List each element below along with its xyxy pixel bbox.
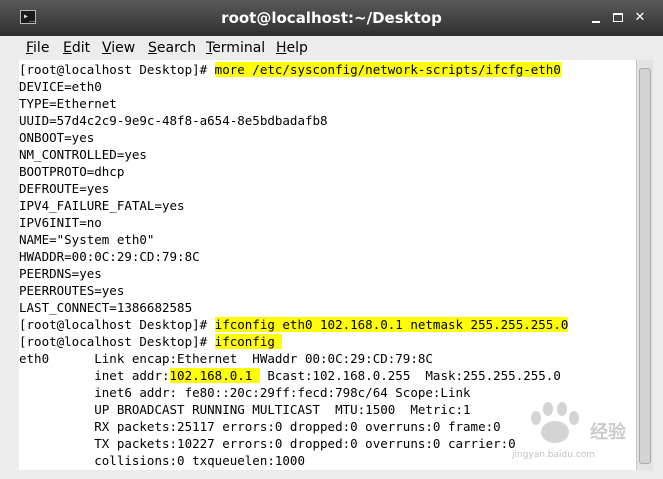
menu-search-mnemonic: S bbox=[148, 40, 157, 56]
menu-search[interactable]: Search bbox=[148, 39, 196, 57]
output-text: collisions:0 txqueuelen:1000 bbox=[19, 453, 305, 468]
output-text: PEERDNS=yes bbox=[19, 266, 102, 281]
output-text: ONBOOT=yes bbox=[19, 130, 95, 145]
shell-prompt: [root@localhost Desktop]# bbox=[19, 62, 215, 77]
shell-prompt: [root@localhost Desktop]# bbox=[19, 317, 215, 332]
menu-bar: File Edit View Search Terminal Help bbox=[0, 36, 663, 60]
output-text: IPV4_FAILURE_FATAL=yes bbox=[19, 198, 185, 213]
watermark-text: 经验 bbox=[590, 422, 626, 443]
output-text: IPV6INIT=no bbox=[19, 215, 102, 230]
menu-help-label: elp bbox=[286, 40, 308, 56]
title-bar[interactable]: ▸_ root@localhost:~/Desktop ✕ bbox=[0, 0, 663, 37]
highlighted-ip-address: 102.168.0.1 bbox=[169, 368, 260, 383]
output-text: TX packets:10227 errors:0 dropped:0 over… bbox=[19, 436, 516, 451]
output-text: Bcast:102.168.0.255 Mask:255.255.255.0 bbox=[259, 368, 561, 383]
terminal-line: eth0 Link encap:Ethernet HWaddr 00:0C:29… bbox=[19, 350, 433, 367]
output-text: LAST_CONNECT=1386682585 bbox=[19, 300, 193, 315]
output-text: inet addr: bbox=[19, 368, 170, 383]
terminal-line: DEVICE=eth0 bbox=[19, 78, 102, 95]
terminal-line: UP BROADCAST RUNNING MULTICAST MTU:1500 … bbox=[19, 401, 471, 418]
menu-view-label: iew bbox=[111, 40, 136, 56]
output-text: RX packets:25117 errors:0 dropped:0 over… bbox=[19, 419, 501, 434]
terminal-line: collisions:0 txqueuelen:1000 bbox=[19, 452, 305, 469]
menu-help-mnemonic: H bbox=[276, 40, 287, 56]
output-text: DEFROUTE=yes bbox=[19, 181, 110, 196]
output-text: PEERROUTES=yes bbox=[19, 283, 125, 298]
terminal-line: NAME="System eth0" bbox=[19, 231, 154, 248]
terminal-line: TX packets:10227 errors:0 dropped:0 over… bbox=[19, 435, 516, 452]
output-text: NM_CONTROLLED=yes bbox=[19, 147, 147, 162]
highlighted-command: ifconfig eth0 102.168.0.1 netmask 255.25… bbox=[214, 317, 569, 332]
terminal-line: NM_CONTROLLED=yes bbox=[19, 146, 147, 163]
menu-file-mnemonic: F bbox=[26, 40, 34, 56]
terminal-line: TYPE=Ethernet bbox=[19, 95, 117, 112]
terminal-line: inet addr:102.168.0.1 Bcast:102.168.0.25… bbox=[19, 367, 561, 384]
terminal-line: [root@localhost Desktop]# more /etc/sysc… bbox=[19, 61, 561, 78]
shell-prompt: [root@localhost Desktop]# bbox=[19, 334, 215, 349]
menu-edit-mnemonic: E bbox=[63, 40, 72, 56]
terminal-line: [root@localhost Desktop]# ifconfig bbox=[19, 333, 283, 350]
terminal-window: ▸_ root@localhost:~/Desktop ✕ File Edit … bbox=[0, 0, 663, 479]
output-text: BOOTPROTO=dhcp bbox=[19, 164, 125, 179]
watermark: 经验 jingyan.baidu.com bbox=[512, 400, 652, 464]
menu-edit-label: dit bbox=[71, 40, 91, 56]
terminal-line: HWADDR=00:0C:29:CD:79:8C bbox=[19, 248, 200, 265]
terminal-line: IPV6INIT=no bbox=[19, 214, 102, 231]
output-text: inet6 addr: fe80::20c:29ff:fecd:798c/64 … bbox=[19, 385, 471, 400]
terminal-line: LAST_CONNECT=1386682585 bbox=[19, 299, 192, 316]
menu-view[interactable]: View bbox=[102, 39, 135, 57]
output-text: eth0 Link encap:Ethernet HWaddr 00:0C:29… bbox=[19, 351, 433, 366]
terminal-line: BOOTPROTO=dhcp bbox=[19, 163, 124, 180]
menu-edit[interactable]: Edit bbox=[63, 39, 90, 57]
maximize-button[interactable] bbox=[610, 10, 626, 26]
window-title: root@localhost:~/Desktop bbox=[221, 9, 442, 27]
terminal-line: [root@localhost Desktop]# ifconfig eth0 … bbox=[19, 316, 569, 333]
terminal-line: PEERROUTES=yes bbox=[19, 282, 124, 299]
output-text: TYPE=Ethernet bbox=[19, 96, 117, 111]
menu-terminal[interactable]: Terminal bbox=[206, 39, 265, 57]
menu-terminal-label: erminal bbox=[212, 40, 266, 56]
terminal-line: DEFROUTE=yes bbox=[19, 180, 109, 197]
terminal-line: ONBOOT=yes bbox=[19, 129, 94, 146]
highlighted-command: ifconfig bbox=[214, 334, 283, 349]
terminal-line: IPV4_FAILURE_FATAL=yes bbox=[19, 197, 185, 214]
menu-search-label: earch bbox=[156, 40, 197, 56]
paw-icon bbox=[531, 402, 579, 443]
terminal-line: UUID=57d4c2c9-9e9c-48f8-a654-8e5bdbadafb… bbox=[19, 112, 328, 129]
output-text: DEVICE=eth0 bbox=[19, 79, 102, 94]
watermark-url: jingyan.baidu.com bbox=[512, 450, 596, 460]
menu-file-label: ile bbox=[33, 40, 50, 56]
terminal-line: PEERDNS=yes bbox=[19, 265, 102, 282]
output-text: UUID=57d4c2c9-9e9c-48f8-a654-8e5bdbadafb… bbox=[19, 113, 328, 128]
close-button[interactable]: ✕ bbox=[632, 10, 648, 26]
highlighted-command: more /etc/sysconfig/network-scripts/ifcf… bbox=[214, 62, 561, 77]
menu-file[interactable]: File bbox=[26, 39, 49, 57]
terminal-line: inet6 addr: fe80::20c:29ff:fecd:798c/64 … bbox=[19, 384, 471, 401]
terminal-line: RX packets:25117 errors:0 dropped:0 over… bbox=[19, 418, 501, 435]
menu-view-mnemonic: V bbox=[102, 40, 112, 56]
output-text: UP BROADCAST RUNNING MULTICAST MTU:1500 … bbox=[19, 402, 471, 417]
output-text: NAME="System eth0" bbox=[19, 232, 155, 247]
minimize-button[interactable] bbox=[588, 10, 604, 26]
output-text: HWADDR=00:0C:29:CD:79:8C bbox=[19, 249, 200, 264]
menu-help[interactable]: Help bbox=[276, 39, 308, 57]
